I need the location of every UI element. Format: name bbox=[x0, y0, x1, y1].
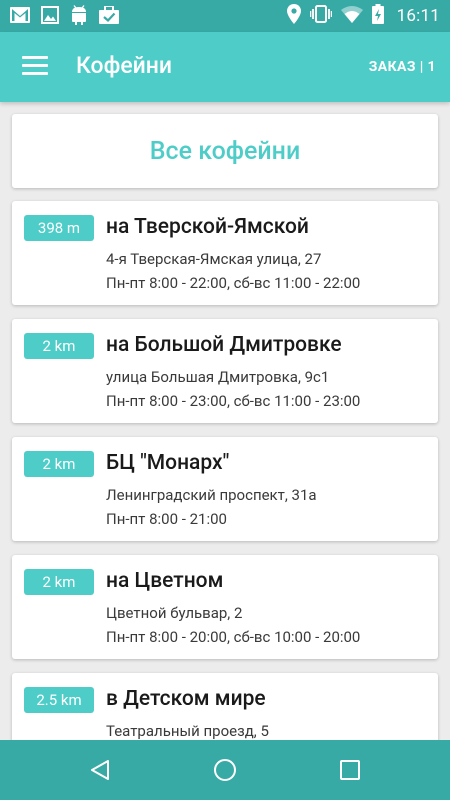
distance-badge: 2 km bbox=[24, 333, 94, 359]
location-icon bbox=[286, 4, 301, 28]
shop-card[interactable]: 2.5 km в Детском мире Театральный проезд… bbox=[12, 673, 438, 740]
page-title: Кофейни bbox=[76, 52, 173, 79]
shop-name: на Тверской-Ямской bbox=[106, 215, 309, 239]
battery-icon bbox=[371, 4, 384, 28]
shop-address: улица Большая Дмитровка, 9с1 bbox=[106, 368, 330, 386]
shop-address: 4-я Тверская-Ямская улица, 27 bbox=[106, 250, 322, 268]
shop-address: Театральный проезд, 5 bbox=[106, 722, 269, 740]
distance-badge: 2 km bbox=[24, 451, 94, 477]
shop-name: в Детском мире bbox=[106, 687, 266, 711]
shop-card[interactable]: 2 km на Большой Дмитровке улица Большая … bbox=[12, 319, 438, 423]
android-icon bbox=[70, 5, 88, 29]
shop-card[interactable]: 398 m на Тверской-Ямской 4-я Тверская-Ям… bbox=[12, 201, 438, 305]
notification-icons bbox=[10, 5, 119, 29]
briefcase-check-icon bbox=[99, 5, 119, 28]
recents-icon[interactable] bbox=[338, 758, 362, 782]
status-bar: 16:11 bbox=[0, 0, 450, 32]
system-icons: 16:11 bbox=[286, 4, 440, 28]
wifi-icon bbox=[340, 5, 363, 27]
shop-name: на Цветном bbox=[106, 569, 224, 593]
shop-address: Цветной бульвар, 2 bbox=[106, 604, 243, 622]
menu-line bbox=[22, 64, 48, 67]
shop-hours: Пн-пт 8:00 - 20:00, сб-вс 10:00 - 20:00 bbox=[106, 628, 361, 646]
menu-line bbox=[22, 56, 48, 59]
shop-name: БЦ "Монарх" bbox=[106, 451, 230, 475]
shop-name: на Большой Дмитровке bbox=[106, 333, 342, 357]
gmail-icon bbox=[10, 7, 30, 27]
status-time: 16:11 bbox=[396, 6, 440, 26]
shop-address: Ленинградский проспект, 31а bbox=[106, 486, 317, 504]
distance-badge: 398 m bbox=[24, 215, 94, 241]
home-icon[interactable] bbox=[213, 758, 237, 782]
menu-icon[interactable] bbox=[22, 56, 48, 78]
distance-badge: 2.5 km bbox=[24, 687, 94, 713]
image-icon bbox=[41, 6, 59, 28]
menu-line bbox=[22, 72, 48, 75]
shop-card[interactable]: 2 km на Цветном Цветной бульвар, 2 Пн-пт… bbox=[12, 555, 438, 659]
order-button[interactable]: ЗАКАЗ | 1 bbox=[369, 59, 436, 75]
all-shops-button[interactable]: Все кофейни bbox=[12, 114, 438, 188]
shop-hours: Пн-пт 8:00 - 22:00, сб-вс 11:00 - 22:00 bbox=[106, 274, 361, 292]
shop-hours: Пн-пт 8:00 - 23:00, сб-вс 11:00 - 23:00 bbox=[106, 392, 361, 410]
app-bar: Кофейни ЗАКАЗ | 1 bbox=[0, 32, 450, 102]
vibrate-icon bbox=[309, 5, 332, 27]
shop-hours: Пн-пт 8:00 - 21:00 bbox=[106, 510, 227, 528]
coffee-shop-list[interactable]: Все кофейни 398 m на Тверской-Ямской 4-я… bbox=[0, 102, 450, 740]
back-icon[interactable] bbox=[88, 758, 112, 782]
navigation-bar bbox=[0, 740, 450, 800]
shop-card[interactable]: 2 km БЦ "Монарх" Ленинградский проспект,… bbox=[12, 437, 438, 541]
distance-badge: 2 km bbox=[24, 569, 94, 595]
